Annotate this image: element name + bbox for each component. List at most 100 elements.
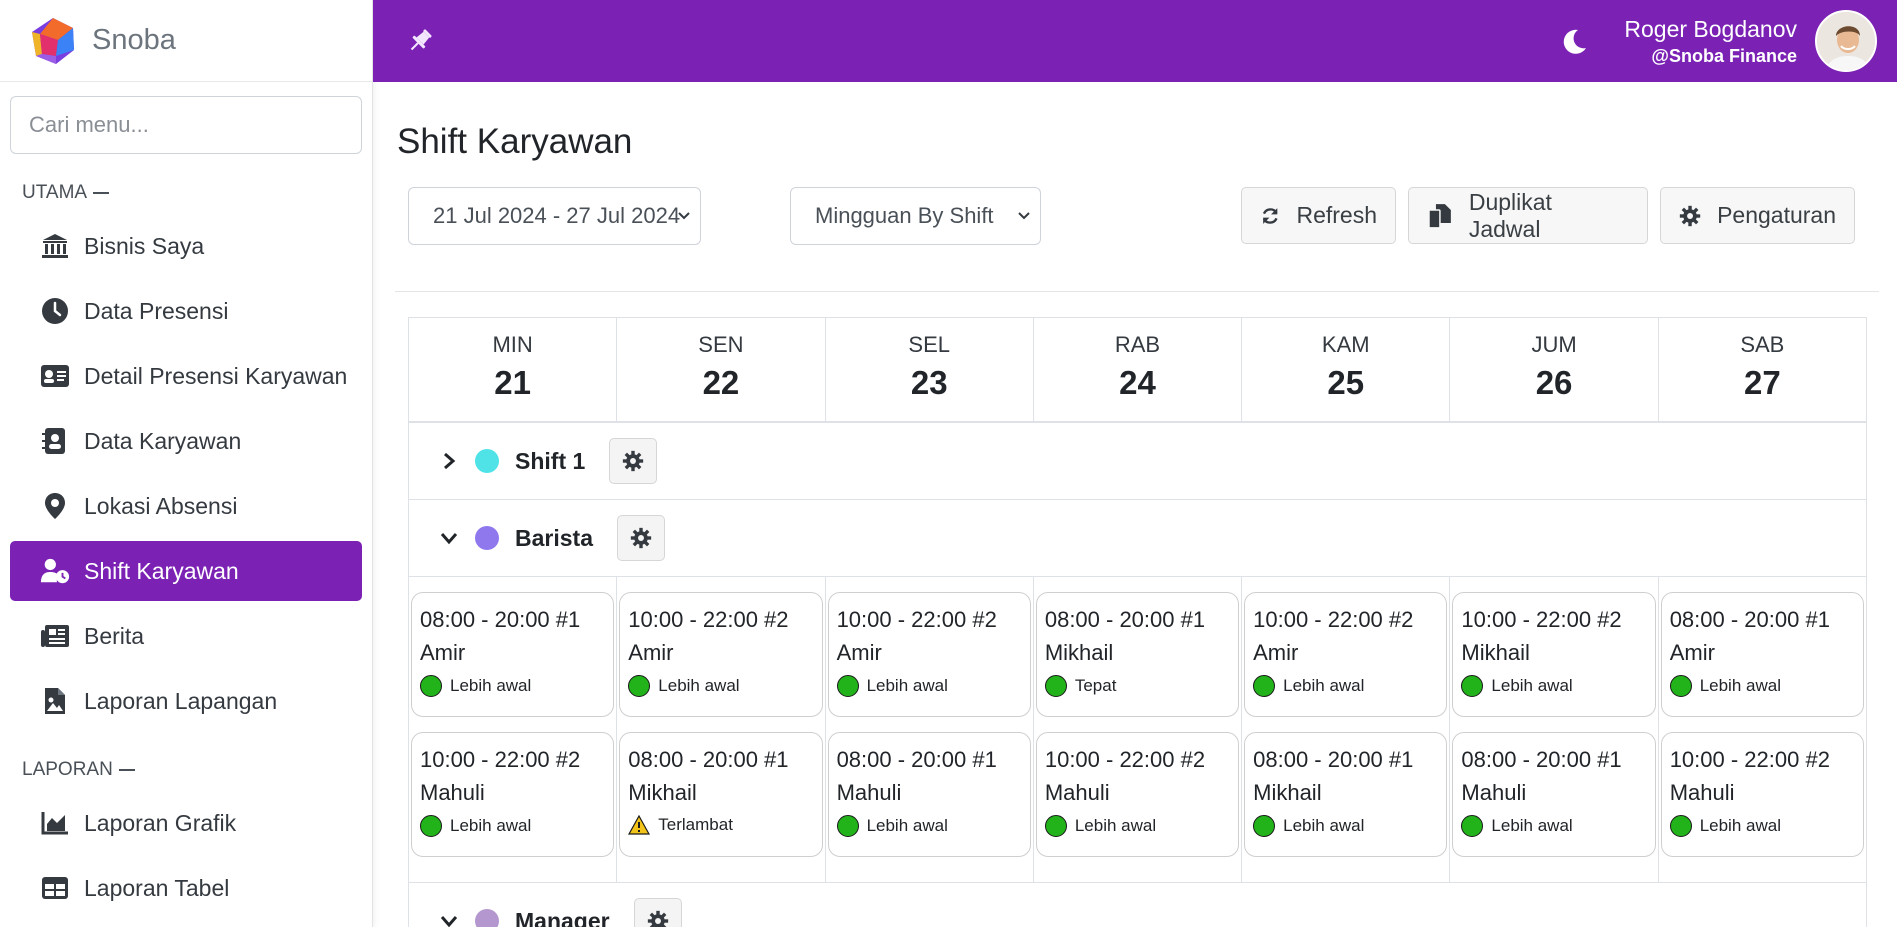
shift-card[interactable]: 10:00 - 22:00 #2 Amir Lebih awal (827, 592, 1031, 717)
day-name: JUM (1531, 332, 1577, 357)
page-title: Shift Karyawan (397, 122, 633, 161)
sidebar-item-laporan-lapangan[interactable]: Laporan Lapangan (10, 671, 362, 731)
shift-card[interactable]: 08:00 - 20:00 #1 Mahuli Lebih awal (827, 732, 1031, 857)
menu-search-input[interactable]: Cari menu... (10, 96, 362, 154)
shift-card[interactable]: 08:00 - 20:00 #1 Mikhail Lebih awal (1244, 732, 1448, 857)
moon-icon[interactable] (1558, 24, 1592, 58)
gear-icon (630, 527, 652, 549)
group-settings-button[interactable] (616, 515, 665, 561)
employee-name: Mikhail (628, 780, 697, 805)
avatar[interactable] (1815, 10, 1877, 72)
attendance-status: Lebih awal (1669, 675, 1855, 697)
shift-card[interactable]: 08:00 - 20:00 #1 Mikhail Terlambat (619, 732, 823, 857)
shift-card[interactable]: 10:00 - 22:00 #2 Mikhail Lebih awal (1452, 592, 1656, 717)
sidebar-item-laporan-tabel[interactable]: Laporan Tabel (10, 858, 362, 918)
status-ok-icon (420, 675, 442, 697)
group-name: Barista (515, 524, 593, 551)
settings-button[interactable]: Pengaturan (1660, 187, 1855, 244)
sidebar-item-shift-karyawan[interactable]: Shift Karyawan (10, 541, 362, 601)
status-label: Lebih awal (1283, 676, 1365, 695)
duplicate-schedule-button[interactable]: Duplikat Jadwal (1408, 187, 1648, 244)
user-clock-icon (40, 556, 70, 586)
shift-time: 10:00 - 22:00 #2 (836, 607, 997, 632)
shift-time: 10:00 - 22:00 #2 (420, 747, 581, 772)
attendance-status: Lebih awal (1669, 815, 1855, 837)
calendar-header: MIN 21 SEN 22 SEL 23 RAB 24 KAM 25 JUM 26 SAB 2… (409, 318, 1866, 423)
group-settings-button[interactable] (633, 898, 682, 927)
employee-name: Amir (836, 640, 882, 665)
section-heading-label: LAPORAN (22, 759, 113, 780)
shift-card[interactable]: 10:00 - 22:00 #2 Amir Lebih awal (619, 592, 823, 717)
sidebar-item-lokasi-absensi[interactable]: Lokasi Absensi (10, 476, 362, 536)
day-number: 24 (1119, 364, 1156, 401)
day-number: 22 (702, 364, 740, 401)
sidebar-item-detail-presensi[interactable]: Detail Presensi Karyawan (10, 346, 362, 406)
employee-name: Amir (420, 640, 466, 665)
employee-name: Mahuli (836, 780, 902, 805)
snoba-logo-icon (32, 17, 74, 64)
status-label: Lebih awal (1491, 816, 1573, 835)
attendance-status: Lebih awal (1044, 815, 1230, 837)
day-number: 25 (1327, 364, 1365, 401)
chevron-down-icon[interactable] (439, 911, 459, 927)
status-label: Lebih awal (658, 676, 740, 695)
user-info[interactable]: Roger Bogdanov @Snoba Finance (1624, 14, 1797, 68)
date-range-select[interactable]: 21 Jul 2024 - 27 Jul 2024 (408, 187, 701, 245)
user-organization: @Snoba Finance (1651, 46, 1797, 66)
day-header: SEN 22 (617, 318, 826, 421)
refresh-label: Refresh (1296, 202, 1377, 228)
refresh-icon (1262, 207, 1278, 224)
chevron-down-icon[interactable] (439, 528, 459, 548)
refresh-button[interactable]: Refresh (1241, 187, 1396, 244)
shift-group-barista: Barista (409, 500, 1866, 577)
day-name: SEL (908, 332, 950, 357)
collapse-dash-icon[interactable] (118, 769, 135, 771)
shift-card[interactable]: 08:00 - 20:00 #1 Amir Lebih awal (411, 592, 615, 717)
sidebar-item-berita[interactable]: Berita (10, 606, 362, 666)
main-content: Shift Karyawan 21 Jul 2024 - 27 Jul 2024… (373, 82, 1897, 927)
shift-time: 08:00 - 20:00 #1 (1461, 747, 1622, 772)
day-column: 10:00 - 22:00 #2 Mikhail Lebih awal 08:0… (1450, 577, 1659, 882)
shift-card[interactable]: 10:00 - 22:00 #2 Mahuli Lebih awal (411, 732, 615, 857)
chevron-right-icon[interactable] (439, 451, 459, 471)
view-mode-select[interactable]: Mingguan By Shift (790, 187, 1041, 245)
sidebar-item-label: Laporan Grafik (84, 809, 237, 836)
day-number: 26 (1535, 364, 1573, 401)
attendance-status: Lebih awal (1461, 815, 1646, 837)
id-card-icon (40, 361, 70, 391)
attendance-status: Lebih awal (836, 815, 1022, 837)
group-settings-button[interactable] (609, 438, 658, 484)
sidebar-item-label: Berita (84, 622, 145, 649)
day-column: 10:00 - 22:00 #2 Amir Lebih awal 08:00 -… (1242, 577, 1451, 882)
sidebar-item-bisnis-saya[interactable]: Bisnis Saya (10, 216, 362, 276)
shift-card[interactable]: 10:00 - 22:00 #2 Amir Lebih awal (1244, 592, 1448, 717)
shift-group-manager: Manager (409, 883, 1866, 927)
day-name: MIN (492, 332, 533, 357)
sidebar-item-label: Detail Presensi Karyawan (84, 362, 348, 389)
sidebar-item-data-karyawan[interactable]: Data Karyawan (10, 411, 362, 471)
brand[interactable]: Snoba (0, 0, 372, 82)
shift-card[interactable]: 10:00 - 22:00 #2 Mahuli Lebih awal (1660, 732, 1864, 857)
group-color-dot (475, 526, 499, 550)
shift-card[interactable]: 10:00 - 22:00 #2 Mahuli Lebih awal (1035, 732, 1240, 857)
shift-time: 08:00 - 20:00 #1 (1253, 747, 1414, 772)
chevron-down-icon (1018, 212, 1030, 220)
duplicate-schedule-label: Duplikat Jadwal (1468, 188, 1552, 242)
sidebar-item-label: Laporan Lapangan (84, 687, 278, 714)
status-ok-icon (1044, 815, 1067, 837)
collapse-dash-icon[interactable] (93, 192, 110, 194)
shift-card[interactable]: 08:00 - 20:00 #1 Mahuli Lebih awal (1452, 732, 1656, 857)
file-image-icon (40, 686, 70, 716)
day-column: 08:00 - 20:00 #1 Mikhail Tepat 10:00 - 2… (1034, 577, 1243, 882)
shift-time: 10:00 - 22:00 #2 (1253, 607, 1414, 632)
warning-icon (628, 815, 651, 835)
pin-icon[interactable] (405, 26, 435, 56)
shift-card[interactable]: 08:00 - 20:00 #1 Amir Lebih awal (1660, 592, 1864, 717)
sidebar-item-laporan-grafik[interactable]: Laporan Grafik (10, 793, 362, 853)
attendance-status: Lebih awal (420, 815, 605, 837)
shift-time: 10:00 - 22:00 #2 (628, 607, 789, 632)
sidebar-item-label: Shift Karyawan (84, 557, 239, 584)
sidebar-item-data-presensi[interactable]: Data Presensi (10, 281, 362, 341)
shift-time: 08:00 - 20:00 #1 (1669, 607, 1830, 632)
shift-card[interactable]: 08:00 - 20:00 #1 Mikhail Tepat (1035, 592, 1240, 717)
